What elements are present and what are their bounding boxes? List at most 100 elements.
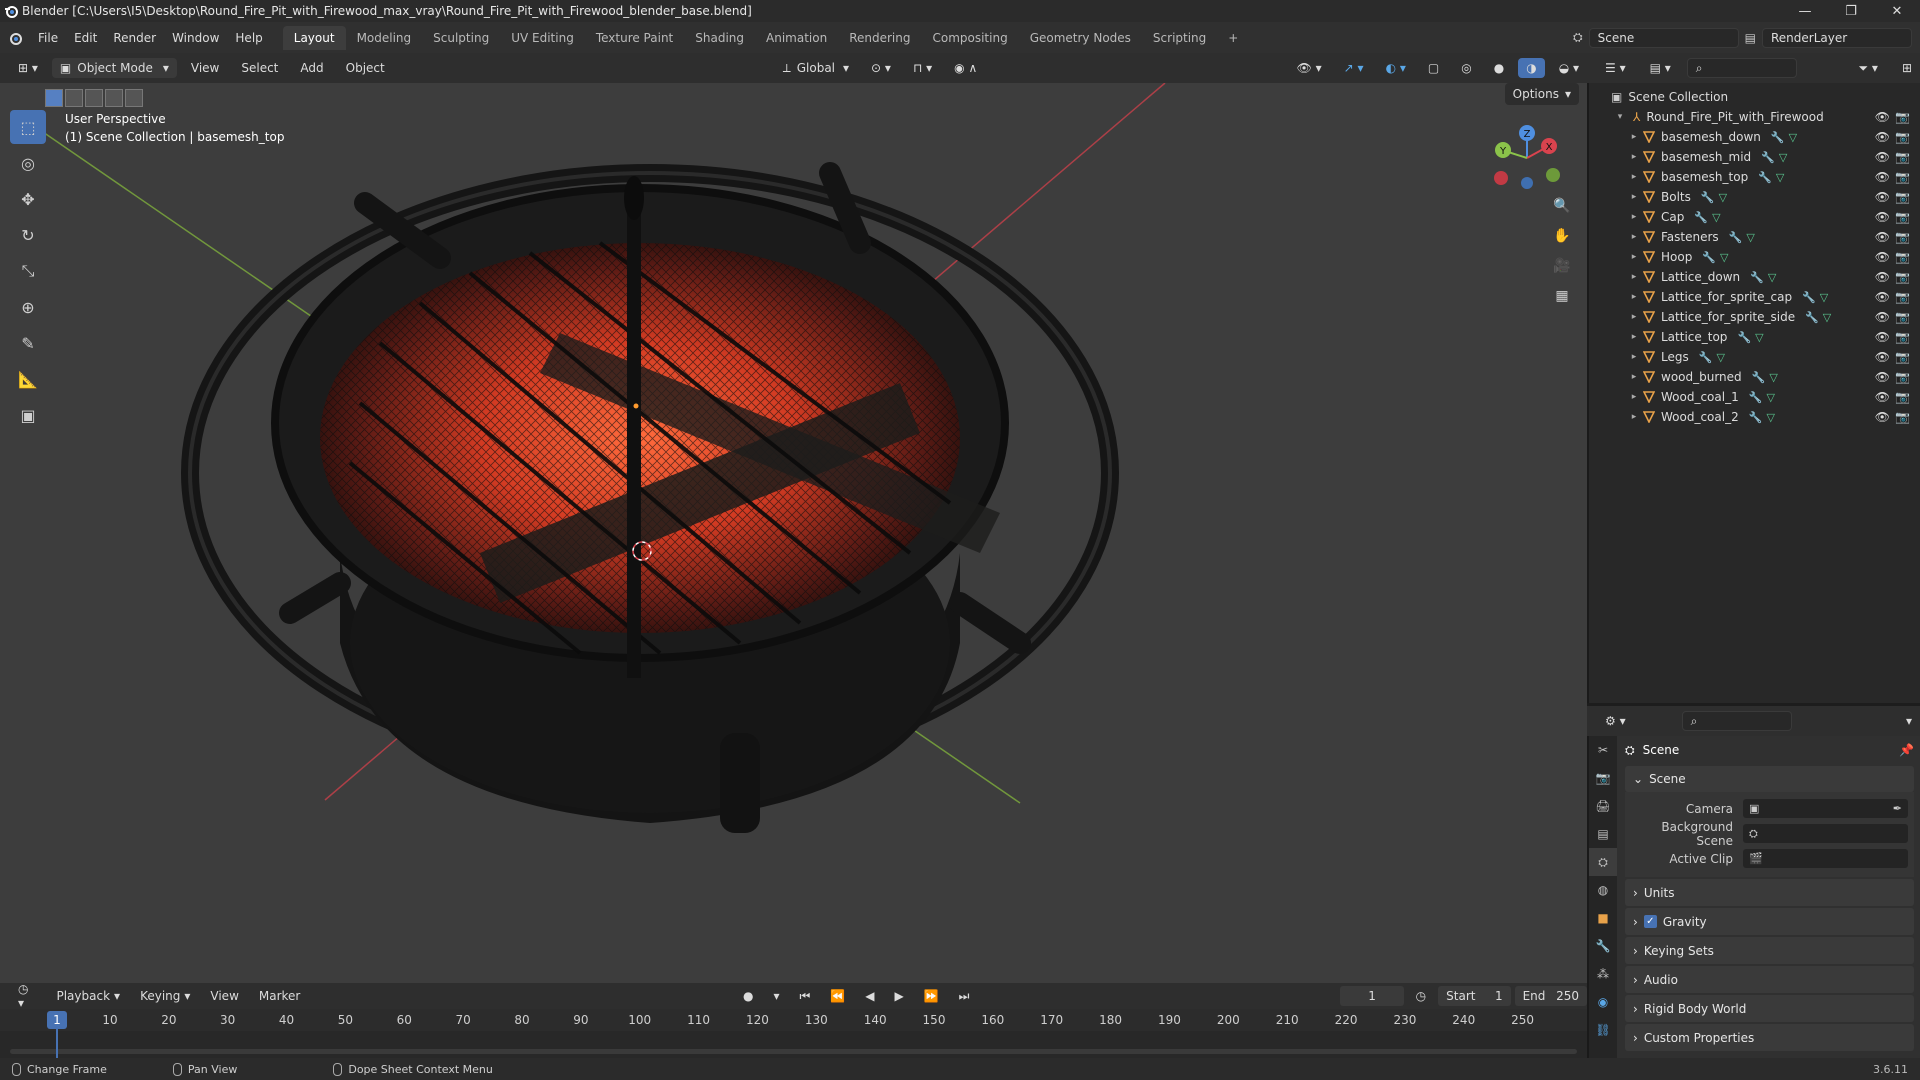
outliner-object-row[interactable]: ▸ Lattice_top 🔧 ▽ 👁 📷: [1589, 327, 1920, 347]
measure-tool-icon[interactable]: 📐: [10, 362, 46, 396]
outliner-search-input[interactable]: ⌕: [1686, 58, 1797, 78]
scale-tool-icon[interactable]: ⤡: [10, 254, 46, 288]
expand-arrow-icon[interactable]: ▸: [1627, 272, 1641, 282]
mesh-data-icon[interactable]: ▽: [1776, 171, 1784, 184]
mesh-data-icon[interactable]: ▽: [1823, 311, 1831, 324]
outliner-object-row[interactable]: ▸ Lattice_for_sprite_side 🔧 ▽ 👁 📷: [1589, 307, 1920, 327]
menu-render[interactable]: Render: [105, 31, 164, 45]
gravity-checkbox[interactable]: ✓: [1643, 915, 1657, 928]
mesh-data-icon[interactable]: ▽: [1789, 131, 1797, 144]
modifier-wrench-icon[interactable]: 🔧: [1702, 251, 1716, 264]
render-camera-icon[interactable]: 📷: [1895, 190, 1910, 204]
mesh-data-icon[interactable]: ▽: [1716, 351, 1724, 364]
jump-next-keyframe-icon[interactable]: ⏩: [916, 986, 947, 1006]
cursor-tool-icon[interactable]: ◎: [10, 146, 46, 180]
rigid-body-world-panel[interactable]: › Rigid Body World: [1625, 995, 1914, 1022]
mesh-data-icon[interactable]: ▽: [1769, 371, 1777, 384]
keying-sets-panel[interactable]: › Keying Sets: [1625, 937, 1914, 964]
add-workspace-button[interactable]: +: [1217, 26, 1249, 50]
modifier-wrench-icon[interactable]: 🔧: [1701, 191, 1715, 204]
mesh-data-icon[interactable]: ▽: [1720, 251, 1728, 264]
menu-keying[interactable]: Keying ▾: [132, 986, 198, 1006]
render-camera-icon[interactable]: 📷: [1895, 330, 1910, 344]
gizmo-toggle-icon[interactable]: ↗ ▾: [1336, 58, 1372, 78]
display-mode-icon[interactable]: ▤ ▾: [1642, 58, 1679, 78]
minimize-button[interactable]: —: [1782, 0, 1828, 22]
eye-icon[interactable]: 👁: [1875, 270, 1890, 284]
gravity-panel[interactable]: › ✓ Gravity: [1625, 908, 1914, 935]
mode-selector[interactable]: ▣ Object Mode ▾: [51, 58, 177, 78]
tab-uv-editing[interactable]: UV Editing: [500, 26, 585, 50]
mesh-data-icon[interactable]: ▽: [1712, 211, 1720, 224]
mesh-data-icon[interactable]: ▽: [1719, 191, 1727, 204]
transform-orientation-dropdown[interactable]: ⟂ Global ▾: [775, 58, 857, 78]
options-dropdown[interactable]: Options ▾: [1504, 83, 1579, 105]
mesh-data-icon[interactable]: ▽: [1768, 271, 1776, 284]
eye-icon[interactable]: 👁: [1875, 310, 1890, 324]
modifier-wrench-icon[interactable]: 🔧: [1771, 131, 1785, 144]
outliner-object-row[interactable]: ▸ basemesh_down 🔧 ▽ 👁 📷: [1589, 127, 1920, 147]
eye-icon[interactable]: 👁: [1875, 390, 1890, 404]
properties-options-icon[interactable]: ▾: [1898, 711, 1920, 731]
expand-arrow-icon[interactable]: ▸: [1627, 212, 1641, 222]
background-scene-input[interactable]: ⛭: [1743, 824, 1908, 843]
shading-rendered-icon[interactable]: ◒ ▾: [1551, 58, 1587, 78]
tab-compositing[interactable]: Compositing: [921, 26, 1018, 50]
scene-icon[interactable]: ⛭: [1573, 30, 1583, 45]
menu-file[interactable]: File: [30, 31, 66, 45]
mesh-data-icon[interactable]: ▽: [1755, 331, 1763, 344]
expand-arrow-icon[interactable]: ▸: [1627, 412, 1641, 422]
end-frame-field[interactable]: End 250: [1514, 986, 1587, 1006]
eye-icon[interactable]: 👁: [1875, 210, 1890, 224]
play-reverse-icon[interactable]: ◀: [857, 986, 882, 1006]
outliner-object-row[interactable]: ▸ Legs 🔧 ▽ 👁 📷: [1589, 347, 1920, 367]
modifier-wrench-icon[interactable]: 🔧: [1750, 271, 1764, 284]
eye-icon[interactable]: 👁: [1875, 110, 1890, 124]
eye-icon[interactable]: 👁: [1875, 330, 1890, 344]
maximize-button[interactable]: ❐: [1828, 0, 1874, 22]
select-box-tool-icon[interactable]: ⬚: [10, 110, 46, 144]
properties-search-input[interactable]: ⌕: [1681, 711, 1792, 731]
ortho-grid-icon[interactable]: ▦: [1549, 283, 1575, 309]
view-layer-selector[interactable]: RenderLayer: [1762, 27, 1912, 48]
frame-ruler[interactable]: 10 20 30 40 50 60 70 80 90 100 110 120 130 140 150 160 1…: [0, 1009, 1587, 1031]
expand-arrow-icon[interactable]: ▸: [1627, 252, 1641, 262]
modifier-wrench-icon[interactable]: 🔧: [1749, 411, 1763, 424]
play-icon[interactable]: ▶: [886, 986, 911, 1006]
expand-arrow-icon[interactable]: ▸: [1627, 392, 1641, 402]
modifier-wrench-icon[interactable]: 🔧: [1761, 151, 1775, 164]
snap-icon[interactable]: ⊓ ▾: [905, 58, 940, 78]
render-camera-icon[interactable]: 📷: [1895, 230, 1910, 244]
modifier-wrench-icon[interactable]: 🔧: [1758, 171, 1772, 184]
tab-sculpting[interactable]: Sculpting: [422, 26, 500, 50]
mesh-data-icon[interactable]: ▽: [1820, 291, 1828, 304]
select-extend-icon[interactable]: [65, 89, 83, 107]
render-camera-icon[interactable]: 📷: [1895, 110, 1910, 124]
eye-icon[interactable]: 👁: [1875, 130, 1890, 144]
select-new-icon[interactable]: [45, 89, 63, 107]
modifier-wrench-icon[interactable]: 🔧: [1805, 311, 1819, 324]
modifier-wrench-icon[interactable]: 🔧: [1737, 331, 1751, 344]
editor-type-icon[interactable]: ⊞ ▾: [10, 58, 46, 78]
modifier-wrench-icon[interactable]: 🔧: [1749, 391, 1763, 404]
object-tab-icon[interactable]: ■: [1589, 904, 1617, 932]
render-camera-icon[interactable]: 📷: [1895, 410, 1910, 424]
menu-edit[interactable]: Edit: [66, 31, 105, 45]
view-layer-icon[interactable]: ▤: [1745, 31, 1756, 45]
render-camera-icon[interactable]: 📷: [1895, 170, 1910, 184]
active-clip-input[interactable]: 🎬: [1743, 849, 1908, 868]
shading-material-icon[interactable]: ◑: [1518, 58, 1545, 78]
expand-arrow-icon[interactable]: ▸: [1627, 292, 1641, 302]
scene-collection-row[interactable]: ▣ Scene Collection: [1589, 87, 1920, 107]
tool-tab-icon[interactable]: ✂: [1589, 736, 1617, 764]
pivot-point-icon[interactable]: ⊙ ▾: [863, 58, 899, 78]
select-difference-icon[interactable]: [105, 89, 123, 107]
world-tab-icon[interactable]: ◍: [1589, 876, 1617, 904]
expand-arrow-icon[interactable]: ▸: [1627, 232, 1641, 242]
blender-menu-icon[interactable]: [0, 31, 30, 45]
expand-arrow-icon[interactable]: ▸: [1627, 152, 1641, 162]
render-camera-icon[interactable]: 📷: [1895, 350, 1910, 364]
render-camera-icon[interactable]: 📷: [1895, 310, 1910, 324]
add-cube-tool-icon[interactable]: ▣: [10, 398, 46, 432]
outliner-object-row[interactable]: ▸ Fasteners 🔧 ▽ 👁 📷: [1589, 227, 1920, 247]
